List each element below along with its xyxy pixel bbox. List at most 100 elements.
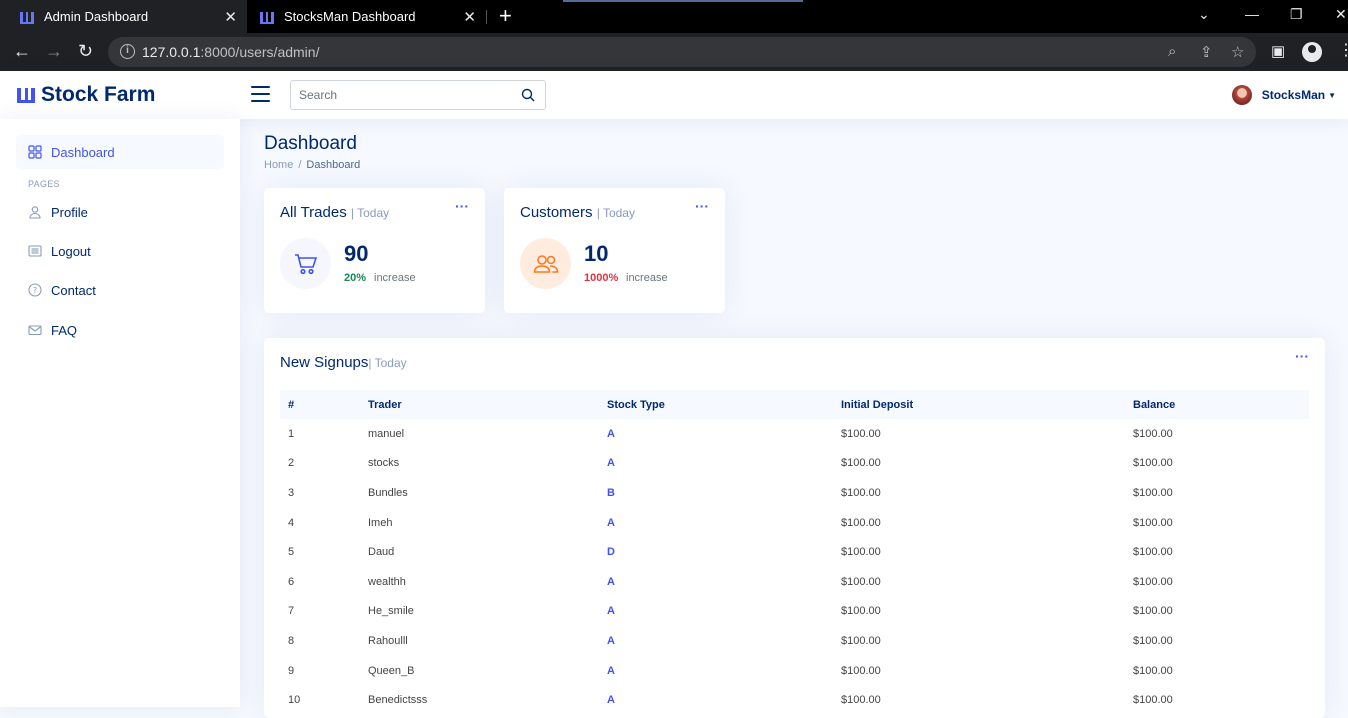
new-tab-plus-icon[interactable]: + (499, 5, 512, 27)
close-icon[interactable]: ✕ (463, 8, 476, 26)
initial-deposit: $100.00 (841, 694, 881, 707)
user-name: StocksMan (1261, 88, 1326, 102)
row-number: 6 (288, 575, 295, 588)
stock-type[interactable]: B (599, 478, 833, 508)
search-input[interactable] (291, 81, 511, 109)
bookmark-star-icon[interactable]: ☆ (1231, 43, 1244, 61)
search-icon[interactable] (521, 88, 535, 102)
breadcrumb-home-link[interactable]: Home (264, 159, 293, 171)
share-icon[interactable]: ⇪ (1200, 43, 1213, 61)
envelope-icon (28, 325, 42, 336)
initial-deposit: $100.00 (841, 575, 881, 588)
table-row: 5 Daud D $100.00 $100.00 (280, 537, 1309, 567)
user-profile-dropdown[interactable]: StocksMan ▼ (1231, 85, 1336, 105)
initial-deposit: $100.00 (841, 516, 881, 529)
address-bar[interactable]: i 127.0.0.1:8000/users/admin/ ⌕ ⇪ ☆ (108, 37, 1256, 67)
customers-card: Customers | Today ··· 10 1000% increase (504, 188, 725, 313)
brand-name: Stock Farm (41, 83, 156, 106)
url-text[interactable]: 127.0.0.1:8000/users/admin/ (142, 44, 319, 60)
browser-menu-icon[interactable]: ⋮ (1338, 42, 1348, 60)
card-title: All Trades | Today (280, 204, 390, 221)
table-row: 4 Imeh A $100.00 $100.00 (280, 508, 1309, 538)
stock-type[interactable]: A (599, 508, 833, 538)
window-close-icon[interactable]: ✕ (1335, 6, 1347, 23)
search-bar (290, 80, 546, 110)
stat-percentage: 20% (344, 272, 367, 284)
balance: $100.00 (1133, 516, 1173, 529)
row-number: 5 (288, 546, 295, 559)
sidebar-toggle-icon[interactable] (251, 86, 270, 102)
side-panel-icon[interactable]: ▣ (1271, 43, 1285, 61)
logo-icon (17, 88, 35, 103)
row-number: 8 (288, 634, 295, 647)
stock-type[interactable]: D (599, 537, 833, 567)
zoom-icon[interactable]: ⌕ (1168, 43, 1176, 60)
column-header: Initial Deposit (841, 398, 914, 411)
table-row: 1 manuel A $100.00 $100.00 (280, 419, 1309, 449)
signups-table: # Trader Stock Type Initial Deposit Bala… (280, 390, 1309, 715)
sidebar-item-dashboard[interactable]: Dashboard (16, 135, 224, 169)
row-number: 7 (288, 605, 295, 618)
cart-icon (280, 238, 331, 289)
sidebar-item-profile[interactable]: Profile (16, 195, 224, 229)
sidebar-item-contact[interactable]: ? Contact (16, 273, 224, 307)
browser-tab-stocksman-dashboard[interactable]: StocksMan Dashboard ✕ (240, 0, 486, 33)
sidebar-item-label: Contact (51, 282, 96, 298)
trader-name: Queen_B (368, 664, 415, 677)
restore-icon[interactable]: ❐ (1290, 6, 1303, 23)
back-arrow-icon[interactable]: ← (13, 42, 31, 60)
initial-deposit: $100.00 (841, 427, 881, 440)
row-number: 4 (288, 516, 295, 529)
stock-type[interactable]: A (599, 597, 833, 627)
site-info-icon[interactable]: i (120, 44, 135, 59)
sidebar-item-faq[interactable]: FAQ (16, 313, 224, 347)
initial-deposit: $100.00 (841, 546, 881, 559)
all-trades-card: All Trades | Today ··· 90 20% increase (264, 188, 485, 313)
more-options-icon[interactable]: ··· (695, 198, 709, 214)
browser-tab-admin-dashboard[interactable]: Admin Dashboard ✕ (0, 0, 247, 33)
trader-name: He_smile (368, 605, 414, 618)
trader-name: Rahoulll (368, 634, 408, 647)
stock-type[interactable]: A (599, 626, 833, 656)
forward-arrow-icon[interactable]: → (45, 42, 63, 60)
sidebar-item-logout[interactable]: Logout (16, 234, 224, 268)
table-body: 1 manuel A $100.00 $100.00 2 stocks A $100.00 $10… (280, 419, 1309, 715)
table-row: 9 Queen_B A $100.00 $100.00 (280, 656, 1309, 686)
trader-name: Bundles (368, 486, 408, 499)
card-title: New Signups| Today (280, 354, 407, 371)
more-options-icon[interactable]: ··· (1295, 348, 1309, 364)
column-header: Balance (1133, 398, 1176, 411)
table-row: 8 Rahoulll A $100.00 $100.00 (280, 626, 1309, 656)
stat-value: 90 (344, 241, 369, 266)
stock-type[interactable]: A (599, 656, 833, 686)
sidebar-item-label: Logout (51, 243, 91, 259)
balance: $100.00 (1133, 575, 1173, 588)
balance: $100.00 (1133, 546, 1173, 559)
browser-profile-icon[interactable] (1302, 42, 1322, 62)
breadcrumb: Home / Dashboard (264, 159, 361, 171)
brand-logo[interactable]: Stock Farm (15, 83, 155, 107)
close-icon[interactable]: ✕ (224, 8, 237, 26)
stock-type[interactable]: A (599, 567, 833, 597)
balance: $100.00 (1133, 486, 1173, 499)
stock-type[interactable]: A (599, 449, 833, 479)
tab-strip-highlight (563, 0, 803, 2)
minimize-icon[interactable]: — (1245, 6, 1259, 22)
stock-type[interactable]: A (599, 685, 833, 715)
tab-search-chevron-icon[interactable]: ⌄ (1198, 6, 1210, 23)
app-header: Stock Farm StocksMan ▼ (0, 71, 1348, 119)
initial-deposit: $100.00 (841, 457, 881, 470)
column-header: Trader (368, 398, 402, 411)
sidebar-item-label: Profile (51, 204, 88, 220)
row-number: 9 (288, 664, 295, 677)
trader-name: Daud (368, 546, 395, 559)
initial-deposit: $100.00 (841, 664, 881, 677)
breadcrumb-current: Dashboard (306, 159, 361, 171)
stock-type[interactable]: A (599, 419, 833, 449)
initial-deposit: $100.00 (841, 605, 881, 618)
people-icon (520, 238, 571, 289)
reload-icon[interactable]: ↻ (78, 42, 93, 60)
more-options-icon[interactable]: ··· (455, 198, 469, 214)
browser-toolbar: ← → ↻ i 127.0.0.1:8000/users/admin/ ⌕ ⇪ … (0, 33, 1348, 71)
page-title: Dashboard (264, 133, 357, 154)
